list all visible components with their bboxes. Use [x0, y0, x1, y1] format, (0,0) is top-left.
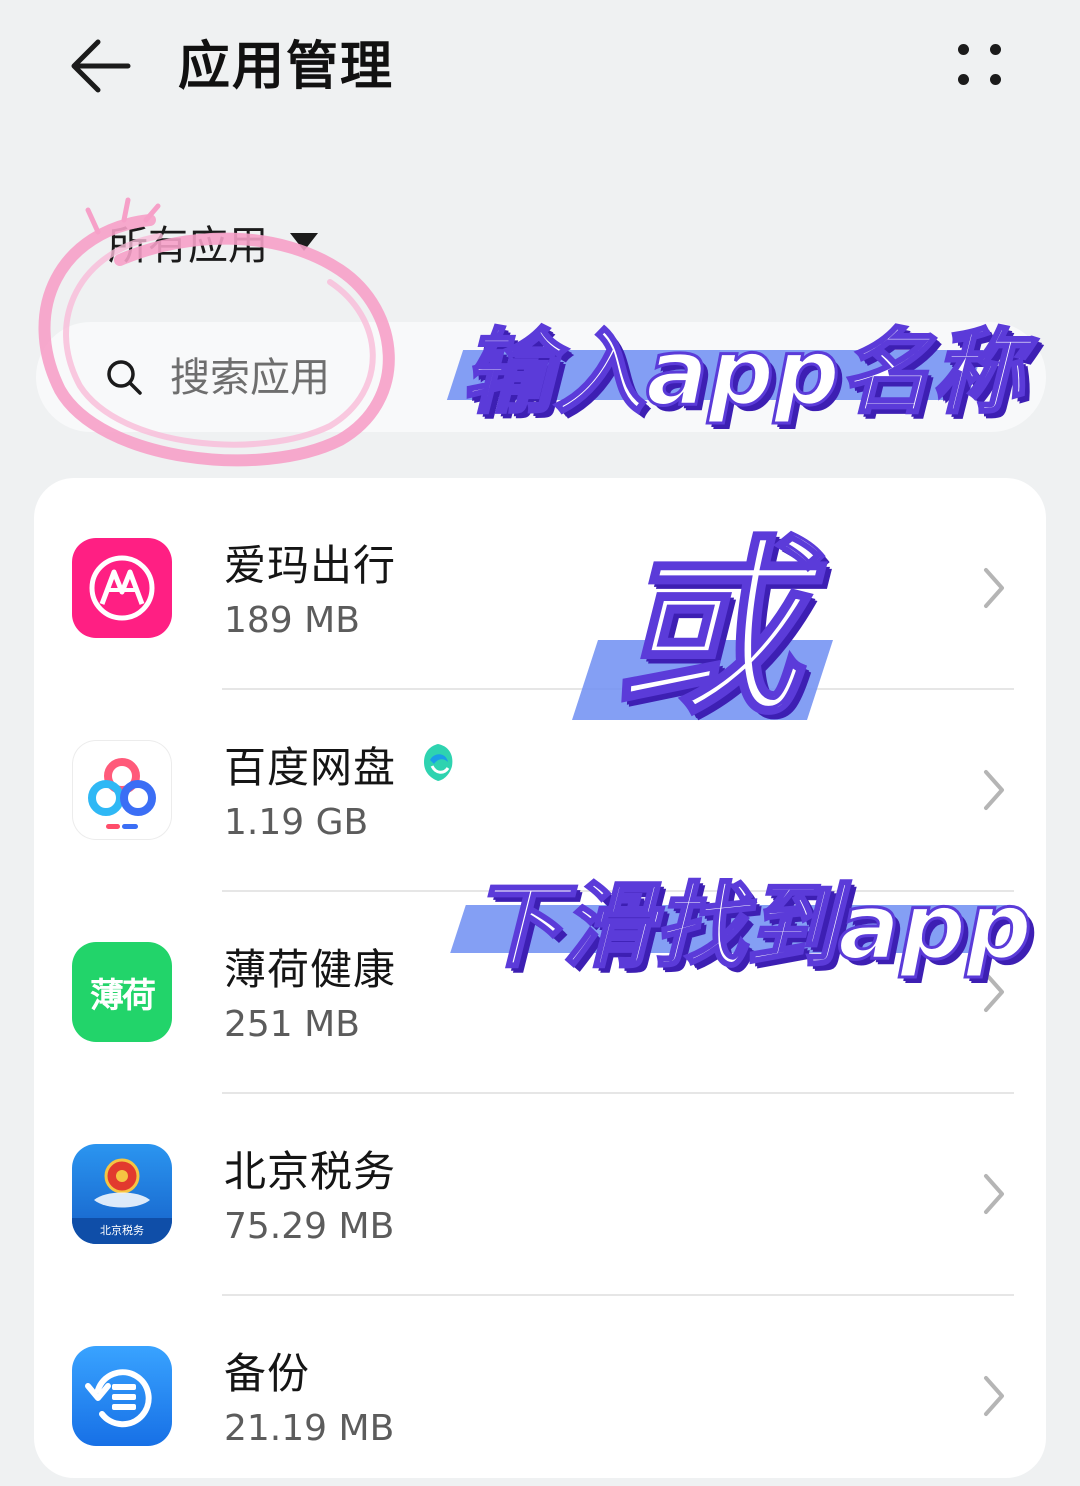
app-size: 251 MB — [224, 1004, 360, 1045]
boohee-icon: 薄荷 — [72, 942, 172, 1042]
overlay-text-input-name: 输入app名称 — [461, 318, 1026, 428]
chevron-right-icon — [984, 1174, 1004, 1214]
app-row-aima[interactable]: 爱玛出行 189 MB — [34, 478, 1046, 678]
baidu-netdisk-icon — [72, 740, 172, 840]
backup-icon — [72, 1346, 172, 1446]
app-row-beijing-tax[interactable]: 北京税务 北京税务 75.29 MB — [34, 1084, 1046, 1284]
dropdown-caret-icon — [290, 233, 318, 251]
back-arrow-icon — [71, 39, 131, 93]
app-size: 75.29 MB — [224, 1206, 395, 1247]
verified-badge-icon — [424, 744, 453, 781]
boohee-icon-text: 薄荷 — [90, 975, 156, 1016]
app-size: 1.19 GB — [224, 802, 369, 843]
app-name: 北京税务 — [224, 1147, 397, 1196]
search-input[interactable] — [168, 346, 492, 410]
page-title: 应用管理 — [178, 37, 395, 97]
chevron-right-icon — [984, 568, 1004, 608]
overlay-text-or: 或 — [610, 519, 803, 740]
app-name: 薄荷健康 — [224, 945, 397, 994]
search-icon — [107, 360, 142, 395]
aima-icon — [72, 538, 172, 638]
back-button[interactable] — [60, 30, 140, 100]
overlay-text-scroll-find: 下滑找到app — [469, 872, 1034, 982]
chevron-right-icon — [984, 1376, 1004, 1416]
app-size: 21.19 MB — [224, 1408, 395, 1449]
app-size: 189 MB — [224, 600, 360, 641]
beijing-tax-icon: 北京税务 — [72, 1144, 172, 1244]
app-filter-dropdown[interactable]: 所有应用 — [108, 212, 318, 272]
app-row-backup[interactable]: 备份 21.19 MB — [34, 1286, 1046, 1486]
filter-label: 所有应用 — [108, 223, 268, 269]
more-options-button[interactable] — [948, 36, 1012, 96]
app-name: 百度网盘 — [224, 743, 397, 792]
app-name: 备份 — [224, 1349, 311, 1398]
app-row-baidu-netdisk[interactable]: 百度网盘 1.19 GB — [34, 680, 1046, 880]
chevron-right-icon — [984, 770, 1004, 810]
beijing-tax-icon-text: 北京税务 — [100, 1224, 144, 1237]
app-name: 爱玛出行 — [224, 541, 397, 590]
